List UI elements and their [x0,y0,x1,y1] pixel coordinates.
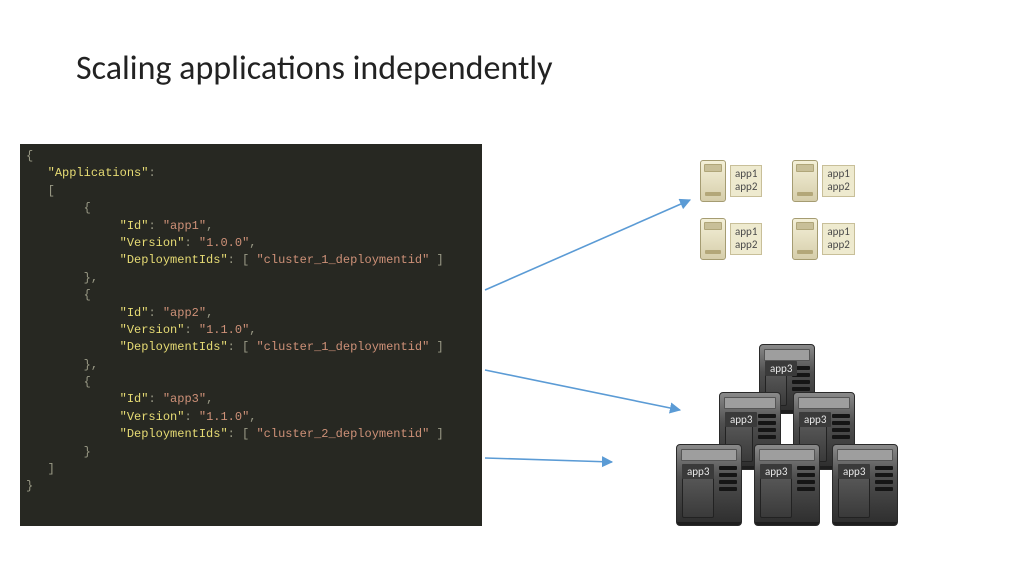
server-icon [792,218,818,260]
server-icon [700,218,726,260]
cluster2-node-label: app3 [838,464,870,479]
cluster1-node-label: app1app2 [730,223,762,254]
cluster1-node-label: app1app2 [822,165,854,196]
cluster1-node: app1app2 [792,160,854,202]
cluster2-node-label: app3 [725,412,757,427]
cluster-2: app3 app3 app3 app3 app3 app3 [622,344,952,544]
server-icon [792,160,818,202]
arrow-to-cluster1 [485,200,690,290]
cluster2-node-label: app3 [682,464,714,479]
cluster1-node: app1app2 [792,218,854,260]
server-icon [700,160,726,202]
cluster2-node: app3 [832,444,898,526]
code-key-applications: "Applications" [48,166,149,180]
cluster2-node: app3 [676,444,742,526]
cluster2-node-label: app3 [765,361,797,376]
cluster2-node-label: app3 [760,464,792,479]
code-block: { "Applications": [ { "Id": "app1", "Ver… [20,144,482,526]
cluster2-node-label: app3 [799,412,831,427]
cluster1-node: app1app2 [700,218,762,260]
cluster1-node-label: app1app2 [822,223,854,254]
slide-title: Scaling applications independently [76,48,553,89]
cluster-1: app1app2 app1app2 app1app2 app1app2 [700,160,932,276]
cluster1-node-label: app1app2 [730,165,762,196]
arrow-to-cluster2-b [485,458,612,462]
cluster1-node: app1app2 [700,160,762,202]
cluster2-node: app3 [754,444,820,526]
